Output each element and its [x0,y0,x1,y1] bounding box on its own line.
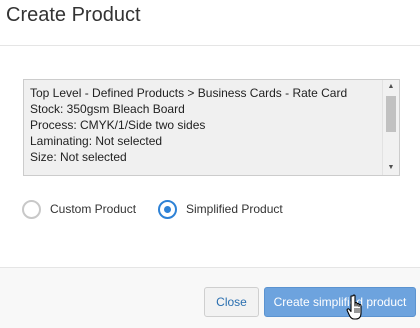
summary-scrollbar[interactable]: ▲ ▼ [382,80,399,175]
simplified-product-radio[interactable] [158,199,177,219]
simplified-product-label[interactable]: Simplified Product [186,202,283,216]
product-type-radio-group: Custom Product Simplified Product [22,198,322,220]
summary-line-stock: Stock: 350gsm Bleach Board [30,102,185,116]
close-button[interactable]: Close [204,287,259,317]
summary-line-process: Process: CMYK/1/Side two sides [30,118,206,132]
summary-line-size: Size: Not selected [30,150,127,164]
custom-product-label[interactable]: Custom Product [50,202,136,216]
summary-lines: Top Level - Defined Products > Business … [30,85,380,165]
dialog-title: Create Product [6,4,141,26]
summary-line-category: Top Level - Defined Products > Business … [30,86,348,100]
dialog-header: Create Product [0,0,420,46]
product-summary-textarea[interactable]: Top Level - Defined Products > Business … [23,79,400,176]
custom-product-radio-option[interactable]: Custom Product [22,198,136,220]
create-simplified-product-button[interactable]: Create simplified product [264,287,416,317]
scroll-thumb[interactable] [386,96,396,132]
scroll-down-arrow-icon[interactable]: ▼ [383,161,399,175]
dialog-footer: Close Create simplified product [0,267,420,328]
simplified-product-radio-option[interactable]: Simplified Product [158,198,283,220]
custom-product-radio[interactable] [22,199,41,219]
create-product-dialog: Create Product Top Level - Defined Produ… [0,0,420,328]
summary-line-laminating: Laminating: Not selected [30,134,163,148]
scroll-up-arrow-icon[interactable]: ▲ [383,80,399,94]
